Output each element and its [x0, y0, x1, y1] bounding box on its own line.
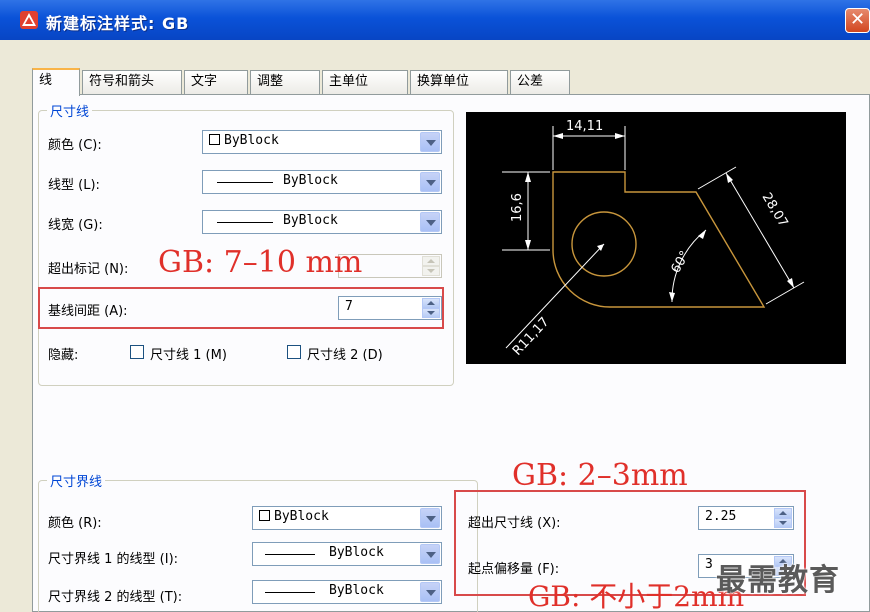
ext-color-label: 颜色 (R): [48, 516, 102, 531]
ext-linetype1-value: ByBlock [329, 545, 384, 560]
tab-fit[interactable]: 调整 [250, 70, 320, 94]
dim-linetype-select[interactable]: ByBlock [202, 170, 442, 194]
dim-color-label: 颜色 (C): [48, 138, 102, 153]
baseline-spacing-label: 基线间距 (A): [48, 304, 128, 319]
offset-from-origin-value: 3 [705, 557, 713, 572]
dim-lineweight-select[interactable]: ByBlock [202, 210, 442, 234]
spinner-buttons[interactable] [422, 256, 440, 276]
tab-primary-units[interactable]: 主单位 [322, 70, 408, 94]
title-bar: 新建标注样式: GB ✕ [0, 0, 870, 40]
ext-linetype1-select[interactable]: ByBlock [252, 542, 442, 566]
dim-color-value: ByBlock [224, 133, 279, 148]
annotation-extension-standard: GB: 2–3mm [512, 458, 688, 493]
annotation-offset-standard: GB: 不小于2mm [528, 580, 745, 612]
window-title: 新建标注样式: GB [46, 14, 190, 33]
extend-beyond-dim-spinner[interactable]: 2.25 [698, 506, 794, 530]
spin-up-icon[interactable] [422, 256, 440, 266]
tab-tolerances[interactable]: 公差 [510, 70, 570, 94]
chevron-down-icon [426, 220, 436, 226]
spin-down-icon[interactable] [422, 308, 440, 318]
spin-up-icon[interactable] [774, 508, 792, 518]
dropdown-button[interactable] [420, 212, 440, 232]
dropdown-button[interactable] [420, 544, 440, 564]
dimension-lines-legend: 尺寸线 [47, 101, 93, 120]
ext-linetype1-label: 尺寸界线 1 的线型 (I): [48, 552, 179, 567]
preview-dim-angle: 60° [668, 249, 693, 276]
dim-linetype-value: ByBlock [283, 173, 338, 188]
watermark: 最需教育 [716, 563, 840, 598]
suppress-dim-line-2-checkbox[interactable] [287, 345, 301, 359]
tab-symbols-arrows[interactable]: 符号和箭头 [82, 70, 182, 94]
dim-lineweight-label: 线宽 (G): [48, 218, 103, 233]
ext-linetype2-value: ByBlock [329, 583, 384, 598]
ext-linetype2-select[interactable]: ByBlock [252, 580, 442, 604]
extend-beyond-ticks-label: 超出标记 (N): [48, 262, 129, 277]
preview-dim-top: 14,11 [566, 119, 603, 134]
spin-down-icon[interactable] [422, 266, 440, 276]
baseline-spacing-spinner[interactable]: 7 [338, 296, 442, 320]
extend-beyond-dim-label: 超出尺寸线 (X): [468, 516, 561, 531]
dropdown-button[interactable] [420, 172, 440, 192]
spin-down-icon[interactable] [774, 518, 792, 528]
ext-color-value: ByBlock [274, 509, 329, 524]
chevron-down-icon [426, 552, 436, 558]
preview-arrowheads [525, 133, 794, 302]
extend-beyond-dim-value: 2.25 [705, 509, 737, 524]
line-sample [217, 222, 273, 223]
line-sample [265, 592, 315, 593]
extension-lines-legend: 尺寸界线 [47, 471, 106, 490]
close-button[interactable]: ✕ [845, 8, 870, 33]
dropdown-button[interactable] [420, 508, 440, 528]
preview-dim-left: 16,6 [510, 193, 525, 222]
tab-lines[interactable]: 线 [32, 68, 80, 96]
dim-color-select[interactable]: ByBlock [202, 130, 442, 154]
chevron-down-icon [426, 516, 436, 522]
ext-linetype2-label: 尺寸界线 2 的线型 (T): [48, 590, 183, 605]
chevron-down-icon [426, 590, 436, 596]
ext-color-select[interactable]: ByBlock [252, 506, 442, 530]
suppress-dim-line-2-label: 尺寸线 2 (D) [307, 348, 383, 363]
tab-alternate-units[interactable]: 换算单位 [410, 70, 508, 94]
spinner-buttons[interactable] [422, 298, 440, 318]
close-icon: ✕ [849, 9, 866, 30]
line-sample [265, 554, 315, 555]
tab-text[interactable]: 文字 [184, 70, 248, 94]
preview-geometry [552, 171, 766, 308]
spin-up-icon[interactable] [422, 298, 440, 308]
chevron-down-icon [426, 180, 436, 186]
suppress-dim-line-1-label: 尺寸线 1 (M) [150, 348, 227, 363]
dim-linetype-label: 线型 (L): [48, 178, 100, 193]
dim-lineweight-value: ByBlock [283, 213, 338, 228]
spinner-buttons[interactable] [774, 508, 792, 528]
color-swatch [259, 510, 270, 521]
dropdown-button[interactable] [420, 132, 440, 152]
suppress-label: 隐藏: [48, 348, 79, 363]
suppress-dim-line-1-checkbox[interactable] [130, 345, 144, 359]
preview-dimensions [502, 126, 805, 349]
color-swatch [209, 134, 220, 145]
preview-dim-right: 28,07 [759, 190, 791, 230]
dropdown-button[interactable] [420, 582, 440, 602]
chevron-down-icon [426, 140, 436, 146]
autocad-app-icon [20, 11, 38, 29]
baseline-spacing-value: 7 [345, 299, 353, 314]
dimension-style-preview: 14,11 16,6 28,07 60° R11,17 [466, 112, 846, 364]
line-sample [217, 182, 273, 183]
annotation-baseline-standard: GB: 7–10 mm [158, 245, 363, 280]
